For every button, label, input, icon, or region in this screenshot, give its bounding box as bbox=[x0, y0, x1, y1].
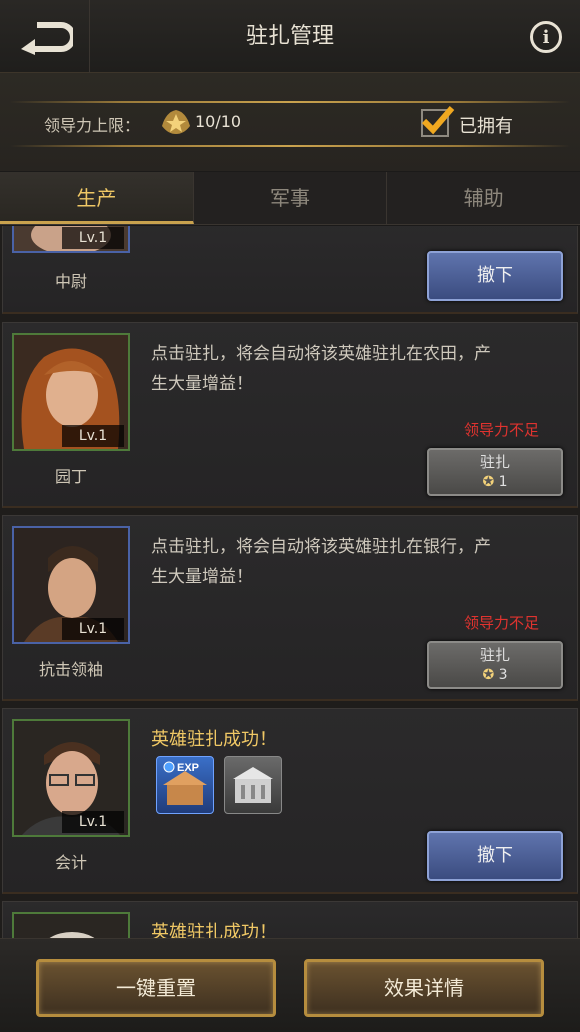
svg-text:EXP: EXP bbox=[177, 762, 199, 774]
top-bar: 驻扎管理 i bbox=[0, 0, 580, 73]
withdraw-button[interactable]: 撤下 bbox=[427, 251, 563, 301]
station-cost-value: 3 bbox=[498, 667, 508, 683]
reset-all-button[interactable]: 一键重置 bbox=[36, 959, 276, 1017]
hero-portrait[interactable]: Lv.1 bbox=[12, 226, 130, 253]
bank-image bbox=[233, 767, 273, 803]
back-arrow-icon bbox=[20, 21, 73, 55]
leadership-star-icon: ✪ bbox=[482, 474, 495, 490]
withdraw-button[interactable]: 撤下 bbox=[427, 831, 563, 881]
tab-bar: 生产 军事 辅助 bbox=[0, 172, 580, 225]
tab-production[interactable]: 生产 bbox=[0, 172, 194, 224]
page-title: 驻扎管理 bbox=[245, 24, 334, 49]
leadership-star-icon: ✪ bbox=[482, 667, 495, 683]
tab-support[interactable]: 辅助 bbox=[387, 172, 580, 224]
hero-name: 中尉 bbox=[54, 272, 87, 291]
hero-name: 抗击领袖 bbox=[38, 660, 103, 679]
hero-name: 园丁 bbox=[54, 467, 87, 486]
checkmark-icon bbox=[421, 106, 455, 135]
hero-list: Lv.1 中尉 撤下 Lv.1 园丁 点击驻扎，将会自动将该英雄驻扎在农田，产生… bbox=[0, 226, 580, 938]
station-button-label: 驻扎 bbox=[479, 453, 510, 471]
station-button[interactable]: 驻扎 ✪ 1 bbox=[427, 448, 563, 496]
station-success: 英雄驻扎成功！ bbox=[151, 922, 277, 938]
owned-label: 已拥有 bbox=[459, 116, 513, 137]
hero-face bbox=[14, 914, 128, 938]
bank-icon bbox=[224, 756, 282, 814]
hero-portrait[interactable]: Lv.1 bbox=[12, 333, 130, 451]
hero-card: 英雄驻扎成功！ bbox=[2, 901, 578, 938]
hero-name: 会计 bbox=[54, 853, 87, 872]
hero-description: 点击驻扎，将会自动将该英雄驻扎在银行，产生大量增益！ bbox=[151, 537, 491, 587]
leadership-label: 领导力上限： bbox=[44, 116, 141, 135]
hero-card: Lv.1 园丁 点击驻扎，将会自动将该英雄驻扎在农田，产生大量增益！ 领导力不足… bbox=[2, 322, 578, 508]
info-icon[interactable]: i bbox=[530, 21, 562, 53]
exp-building-icon: EXP bbox=[156, 756, 214, 814]
station-button-label: 驻扎 bbox=[479, 646, 510, 664]
leadership-star-icon bbox=[162, 110, 190, 134]
station-success: 英雄驻扎成功！ bbox=[151, 729, 277, 750]
hero-level: Lv.1 bbox=[62, 618, 124, 640]
hero-card: Lv.1 中尉 撤下 bbox=[2, 226, 578, 314]
effect-details-button[interactable]: 效果详情 bbox=[304, 959, 544, 1017]
hero-card: Lv.1 会计 英雄驻扎成功！ EXP 撤下 bbox=[2, 708, 578, 894]
owned-checkbox[interactable] bbox=[421, 106, 455, 137]
hero-description: 点击驻扎，将会自动将该英雄驻扎在农田，产生大量增益！ bbox=[151, 344, 491, 394]
leadership-value: 10/10 bbox=[195, 112, 242, 131]
footer-bar: 一键重置 效果详情 bbox=[0, 938, 580, 1032]
hero-portrait[interactable] bbox=[12, 912, 130, 938]
back-button[interactable] bbox=[0, 0, 90, 73]
exp-building-image: EXP bbox=[163, 761, 207, 805]
hero-portrait[interactable]: Lv.1 bbox=[12, 719, 130, 837]
hero-level: Lv.1 bbox=[62, 227, 124, 249]
station-cost: ✪ 1 bbox=[429, 472, 561, 492]
hero-level: Lv.1 bbox=[62, 425, 124, 447]
hero-level: Lv.1 bbox=[62, 811, 124, 833]
station-cost: ✪ 3 bbox=[429, 665, 561, 685]
tab-military[interactable]: 军事 bbox=[194, 172, 388, 224]
hero-card: Lv.1 抗击领袖 点击驻扎，将会自动将该英雄驻扎在银行，产生大量增益！ 领导力… bbox=[2, 515, 578, 701]
leadership-warning: 领导力不足 bbox=[463, 421, 539, 439]
leadership-warning: 领导力不足 bbox=[463, 614, 539, 632]
station-cost-value: 1 bbox=[498, 474, 508, 490]
hero-portrait[interactable]: Lv.1 bbox=[12, 526, 130, 644]
station-button[interactable]: 驻扎 ✪ 3 bbox=[427, 641, 563, 689]
